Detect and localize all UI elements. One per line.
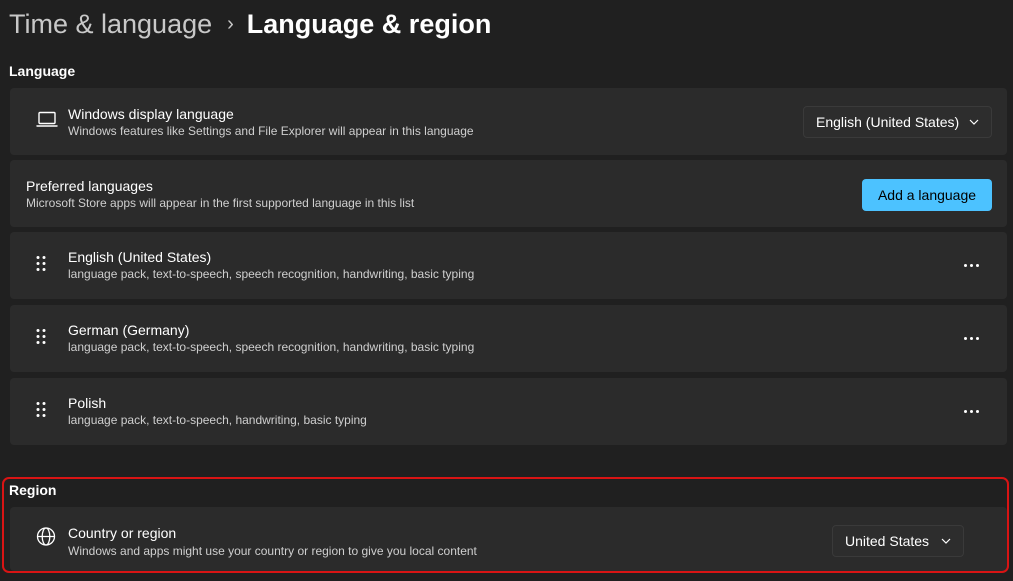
language-row[interactable]: English (United States) language pack, t… (10, 232, 1007, 299)
more-options-icon[interactable] (961, 402, 981, 422)
add-language-button[interactable]: Add a language (862, 179, 992, 211)
more-options-icon[interactable] (961, 256, 981, 276)
breadcrumb-chevron-icon: › (227, 13, 234, 35)
drag-handle-icon[interactable] (36, 401, 46, 422)
breadcrumb: Time & language › Language & region (9, 6, 491, 42)
language-row[interactable]: German (Germany) language pack, text-to-… (10, 305, 1007, 372)
language-name: English (United States) (68, 249, 212, 265)
preferred-languages-description: Microsoft Store apps will appear in the … (26, 196, 415, 210)
display-language-title: Windows display language (68, 106, 234, 122)
display-language-selected: English (United States) (816, 114, 960, 130)
more-options-icon[interactable] (961, 329, 981, 349)
page-title: Language & region (246, 9, 492, 39)
language-region-page: Time & language › Language & region Lang… (0, 0, 1013, 581)
language-section-title: Language (9, 63, 76, 79)
display-language-card: Windows display language Windows feature… (10, 88, 1007, 155)
preferred-languages-card: Preferred languages Microsoft Store apps… (10, 160, 1007, 227)
language-row[interactable]: Polish language pack, text-to-speech, ha… (10, 378, 1007, 445)
language-features: language pack, text-to-speech, speech re… (68, 340, 475, 354)
language-features: language pack, text-to-speech, handwriti… (68, 413, 367, 427)
display-language-description: Windows features like Settings and File … (68, 124, 474, 138)
display-language-dropdown[interactable]: English (United States) (803, 106, 992, 138)
region-highlight-box (2, 477, 1009, 573)
drag-handle-icon[interactable] (36, 255, 46, 276)
breadcrumb-time-language[interactable]: Time & language (9, 6, 212, 42)
chevron-down-icon (969, 119, 979, 125)
language-features: language pack, text-to-speech, speech re… (68, 267, 475, 281)
preferred-languages-title: Preferred languages (26, 178, 153, 194)
language-name: Polish (68, 395, 107, 411)
drag-handle-icon[interactable] (36, 328, 46, 349)
language-name: German (Germany) (68, 322, 190, 338)
laptop-icon (36, 110, 58, 133)
